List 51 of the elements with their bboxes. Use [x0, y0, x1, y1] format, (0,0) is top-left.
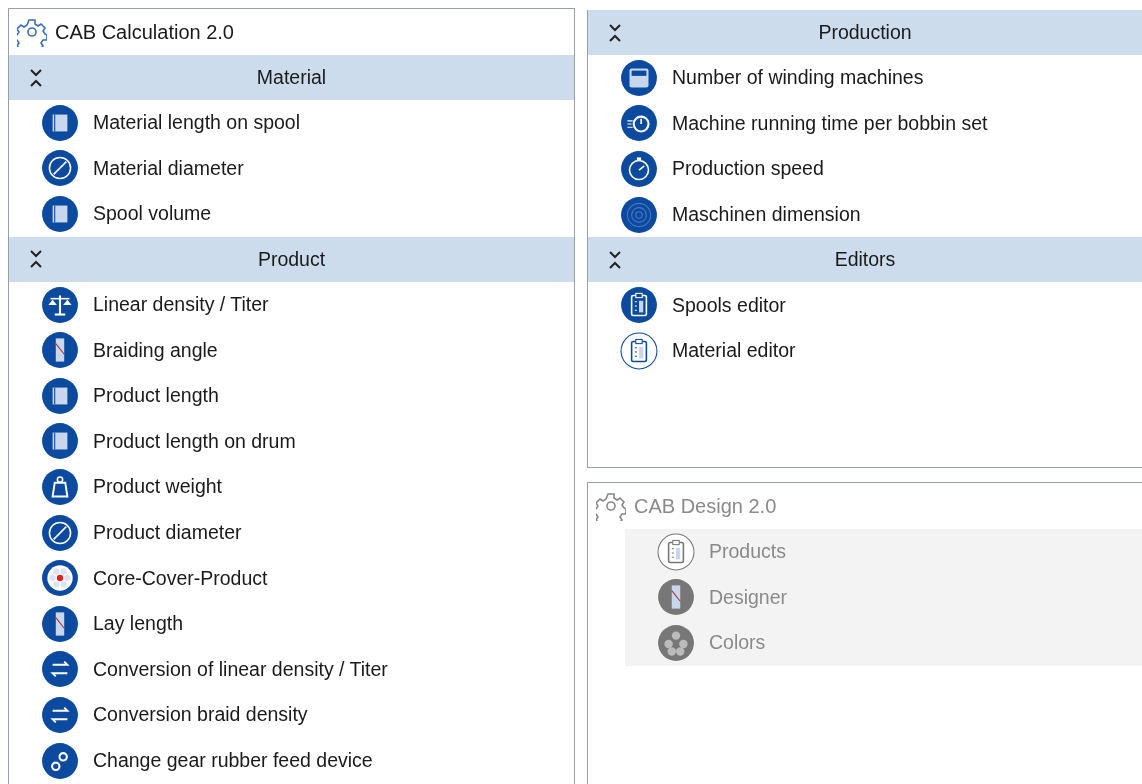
list-item[interactable]: Conversion braid density [9, 692, 574, 738]
list-item[interactable]: Number of winding machines [588, 55, 1142, 101]
diameter-icon [41, 513, 79, 552]
clipboard-icon [620, 286, 658, 325]
list-item[interactable]: Maschinen dimension [588, 191, 1142, 238]
list-item[interactable]: Product length on drum [9, 418, 574, 465]
section-header[interactable]: Editors [588, 237, 1142, 283]
collapse-icon [608, 248, 622, 271]
cable-section-icon [41, 559, 79, 598]
counter-icon [620, 58, 658, 97]
section-title: Production [818, 19, 912, 45]
list-item[interactable]: Material length on spool [9, 100, 574, 146]
collapse-icon [608, 21, 622, 44]
list-item[interactable]: Linear density / Titer [9, 281, 574, 328]
list-item[interactable]: Product length [9, 372, 574, 419]
list-item[interactable]: Lay length [9, 600, 574, 647]
list-item[interactable]: Product diameter [9, 509, 574, 556]
app-title: CAB Design 2.0 [634, 494, 777, 519]
diameter-icon [41, 149, 79, 188]
list-item[interactable]: Conversion of linear density / Titer [9, 646, 574, 693]
gears-icon [41, 741, 79, 780]
dots-icon [657, 624, 695, 662]
weight-icon [41, 467, 79, 506]
swap-arrows-icon [41, 695, 79, 734]
clipboard-icon [620, 331, 658, 370]
speedometer-icon [620, 150, 658, 188]
section-header[interactable]: Production [588, 10, 1142, 55]
section-title: Material [256, 64, 327, 90]
list-item[interactable]: Spools editor [588, 282, 1142, 328]
list-item[interactable]: Material diameter [9, 145, 574, 192]
scale-icon [41, 285, 79, 324]
clipboard-icon [657, 532, 695, 571]
gear-icon [596, 491, 626, 521]
list-item[interactable]: Material editor [588, 327, 1142, 374]
stopwatch-icon [620, 104, 658, 143]
section-header[interactable]: Material [9, 55, 574, 100]
list-item[interactable]: Core-Cover-Product [9, 555, 574, 601]
list-item[interactable]: Spool volume [9, 191, 574, 237]
list-item[interactable]: Change gear rubber feed device [9, 737, 574, 784]
section-header[interactable]: Product [9, 236, 574, 282]
section-title: Product [257, 246, 326, 272]
app-title: CAB Calculation 2.0 [55, 20, 234, 45]
section-title: Editors [834, 247, 896, 273]
list-item[interactable]: Production speed [588, 146, 1142, 192]
gear-icon [17, 17, 47, 47]
swap-arrows-icon [41, 650, 79, 689]
list-item[interactable]: Machine running time per bobbin set [588, 100, 1142, 147]
list-item[interactable]: Braiding angle [9, 327, 574, 373]
list-item[interactable]: Product weight [9, 464, 574, 510]
collapse-icon [29, 66, 43, 89]
target-icon [620, 195, 658, 234]
